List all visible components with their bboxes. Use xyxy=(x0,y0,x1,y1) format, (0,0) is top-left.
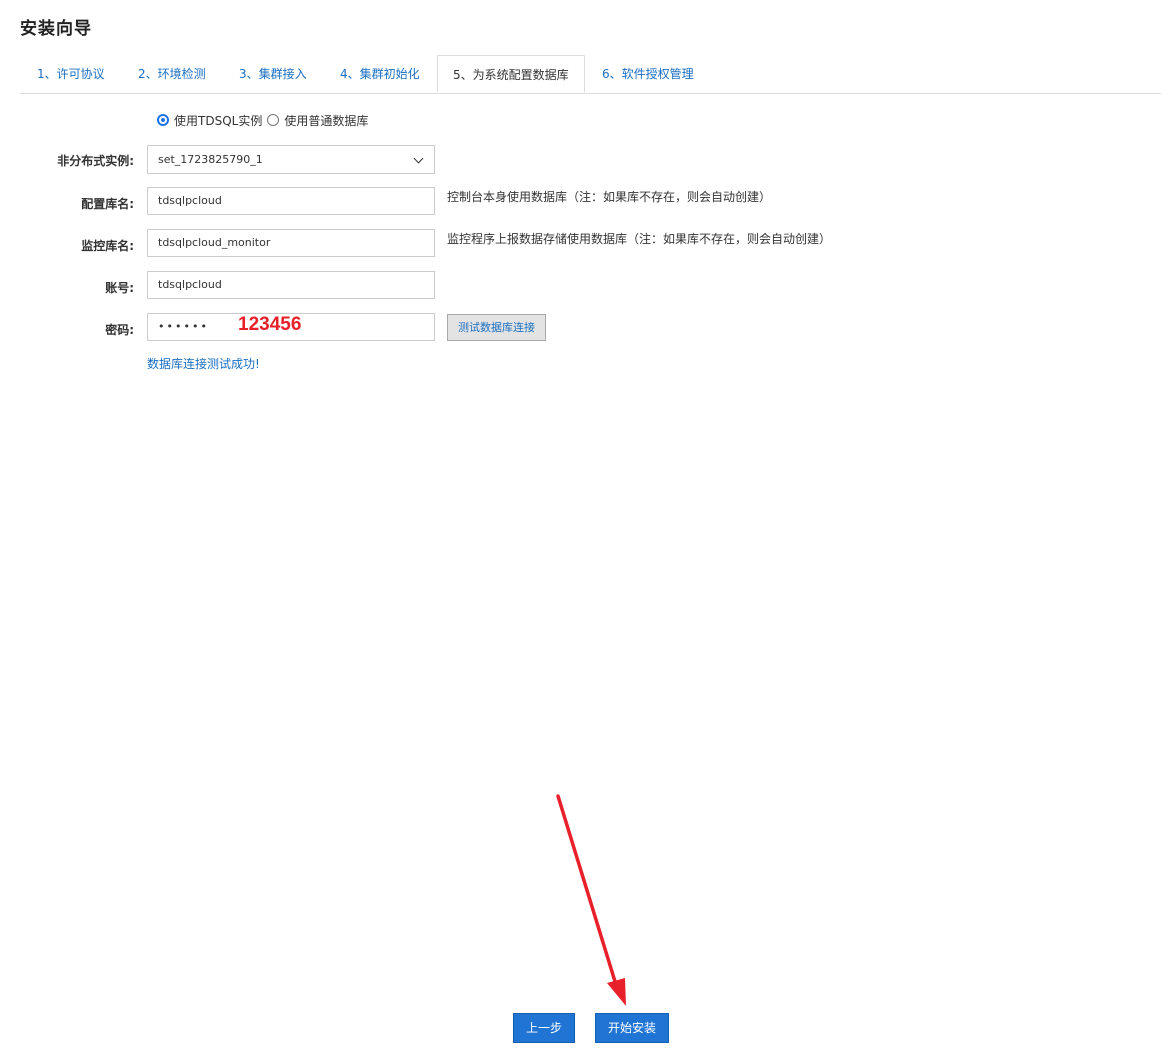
password-label: 密码: xyxy=(105,323,134,337)
tab-cluster-access[interactable]: 3、集群接入 xyxy=(239,55,307,93)
radio-tdsql-label[interactable]: 使用TDSQL实例 xyxy=(174,112,262,129)
prev-step-button[interactable]: 上一步 xyxy=(513,1013,575,1043)
config-db-hint: 控制台本身使用数据库（注：如果库不存在，则会自动创建） xyxy=(447,190,772,204)
instance-select-value: set_1723825790_1 xyxy=(158,152,263,166)
tab-cluster-init[interactable]: 4、集群初始化 xyxy=(340,55,420,93)
arrow-shaft xyxy=(556,794,619,990)
test-result-message: 数据库连接测试成功! xyxy=(147,357,260,371)
account-label: 账号: xyxy=(105,281,134,295)
tab-license-mgmt[interactable]: 6、软件授权管理 xyxy=(602,55,694,93)
tab-db-config[interactable]: 5、为系统配置数据库 xyxy=(437,55,585,93)
arrow-head xyxy=(607,978,626,1006)
monitor-db-input[interactable]: tdsqlpcloud_monitor xyxy=(147,229,435,257)
password-masked-value: •••••• xyxy=(158,320,209,333)
tab-env-check[interactable]: 2、环境检测 xyxy=(138,55,206,93)
test-db-connection-button[interactable]: 测试数据库连接 xyxy=(447,314,546,341)
instance-select[interactable]: set_1723825790_1 xyxy=(147,145,435,174)
radio-tdsql-instance[interactable] xyxy=(157,114,169,126)
page-title: 安装向导 xyxy=(20,19,92,39)
monitor-db-hint: 监控程序上报数据存储使用数据库（注：如果库不存在，则会自动创建） xyxy=(447,232,832,246)
password-annotation: 123456 xyxy=(238,314,302,335)
config-db-input[interactable]: tdsqlpcloud xyxy=(147,187,435,215)
wizard-tabs: 1、许可协议 2、环境检测 3、集群接入 4、集群初始化 5、为系统配置数据库 … xyxy=(20,55,1161,94)
monitor-db-label: 监控库名: xyxy=(81,239,134,253)
instance-label: 非分布式实例: xyxy=(57,154,134,168)
config-db-label: 配置库名: xyxy=(81,197,134,211)
radio-normal-db[interactable] xyxy=(267,114,280,126)
radio-normal-db-label[interactable]: 使用普通数据库 xyxy=(284,112,368,129)
start-install-button[interactable]: 开始安装 xyxy=(595,1013,669,1043)
tab-license[interactable]: 1、许可协议 xyxy=(37,55,105,93)
chevron-down-icon xyxy=(413,153,424,163)
db-type-radio-group: 使用TDSQL实例 使用普通数据库 xyxy=(157,111,373,129)
account-input[interactable]: tdsqlpcloud xyxy=(147,271,435,299)
